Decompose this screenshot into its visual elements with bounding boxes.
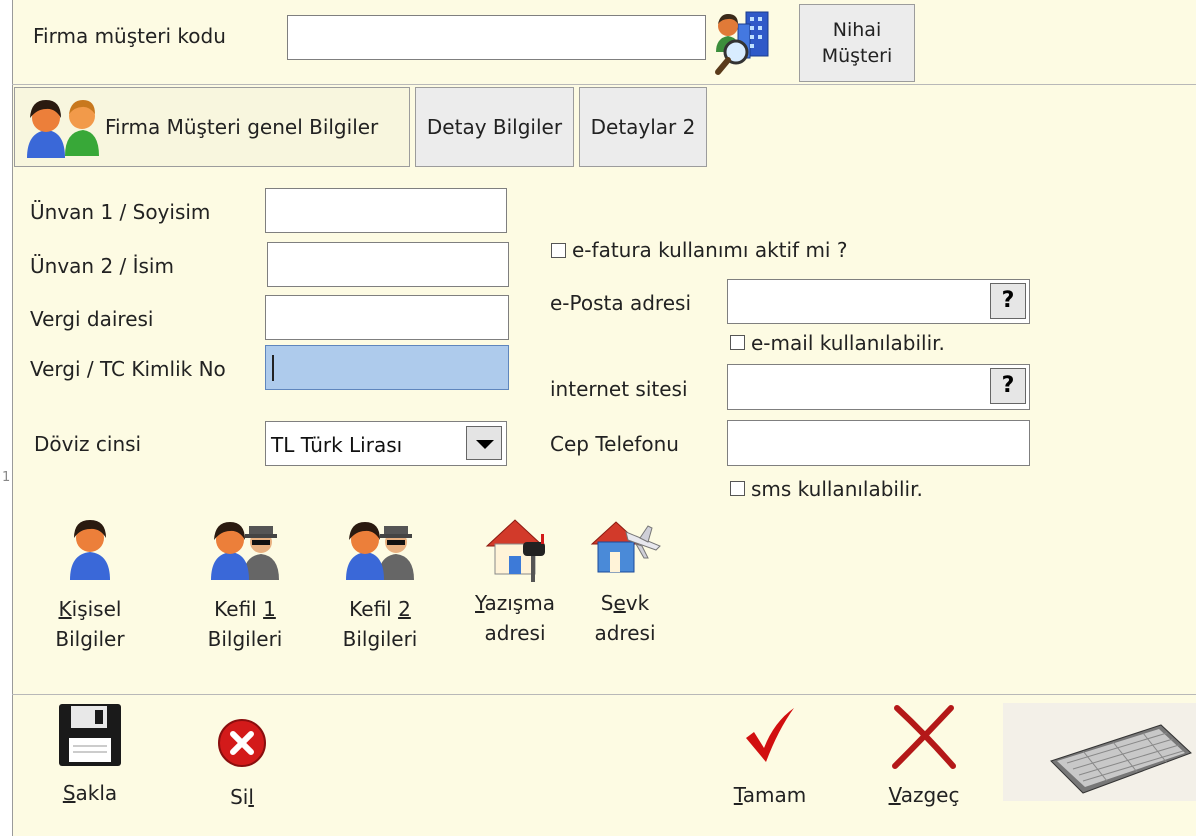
title2-input[interactable] (267, 242, 509, 287)
website-label: internet sitesi (550, 377, 688, 401)
tab-details-2[interactable]: Detaylar 2 (579, 87, 707, 167)
cancel-button[interactable]: Vazgeç (874, 704, 974, 810)
keyboard-button[interactable] (1003, 703, 1196, 801)
shipping-address-button[interactable]: Sevk adresi (580, 512, 670, 648)
checkmark-icon (722, 704, 818, 774)
email-input[interactable]: ? (727, 279, 1030, 324)
guarantor-icon (190, 518, 300, 584)
mobile-label: Cep Telefonu (550, 432, 679, 456)
email-usable-checkbox[interactable] (730, 335, 745, 350)
final-customer-button[interactable]: Nihai Müşteri (799, 4, 915, 82)
house-plane-icon (580, 512, 670, 582)
currency-select[interactable]: TL Türk Lirası (265, 421, 507, 466)
title1-label: Ünvan 1 / Soyisim (30, 200, 211, 224)
website-help-button[interactable]: ? (990, 368, 1026, 404)
guarantor2-button[interactable]: Kefil 2 Bilgileri (325, 518, 435, 654)
text-caret (272, 355, 274, 381)
customer-code-input[interactable] (287, 15, 706, 60)
tab-detail-info[interactable]: Detay Bilgiler (415, 87, 574, 167)
ok-button[interactable]: Tamam (722, 704, 818, 810)
personal-info-button[interactable]: Kişisel Bilgiler (45, 518, 135, 654)
tab-general[interactable]: Firma Müşteri genel Bilgiler (14, 87, 410, 167)
title2-label: Ünvan 2 / İsim (30, 254, 174, 278)
tax-office-input[interactable] (265, 295, 509, 340)
red-x-icon (874, 704, 974, 774)
email-help-button[interactable]: ? (990, 283, 1026, 319)
customer-search-icon[interactable] (712, 8, 774, 78)
guarantor-icon (325, 518, 435, 584)
save-button[interactable]: Sakla (50, 702, 130, 808)
efatura-label: e-fatura kullanımı aktif mi ? (572, 238, 848, 262)
people-icon (25, 96, 101, 158)
keyboard-icon (1043, 717, 1193, 801)
correspondence-address-button[interactable]: Yazışma adresi (460, 512, 570, 648)
title1-input[interactable] (265, 188, 507, 233)
delete-button[interactable]: Sil (204, 718, 280, 812)
currency-label: Döviz cinsi (34, 432, 142, 456)
floppy-disk-icon (50, 702, 130, 772)
efatura-checkbox[interactable] (551, 243, 566, 258)
customer-code-label: Firma müşteri kodu (33, 24, 226, 48)
guarantor1-button[interactable]: Kefil 1 Bilgileri (190, 518, 300, 654)
email-usable-label: e-mail kullanılabilir. (751, 331, 945, 355)
sms-checkbox[interactable] (730, 481, 745, 496)
mailbox-house-icon (460, 512, 570, 584)
sms-label: sms kullanılabilir. (751, 477, 923, 501)
tax-office-label: Vergi dairesi (30, 307, 154, 331)
tax-id-label: Vergi / TC Kimlik No (30, 357, 226, 381)
mobile-input[interactable] (727, 420, 1030, 466)
divider (12, 694, 1196, 695)
tax-id-input[interactable] (265, 345, 509, 390)
chevron-down-icon[interactable] (466, 426, 502, 460)
divider (12, 84, 1196, 85)
email-label: e-Posta adresi (550, 291, 691, 315)
edge-mark: 1 (2, 470, 11, 485)
delete-x-icon (204, 718, 280, 774)
person-icon (45, 518, 135, 584)
website-input[interactable]: ? (727, 364, 1030, 410)
